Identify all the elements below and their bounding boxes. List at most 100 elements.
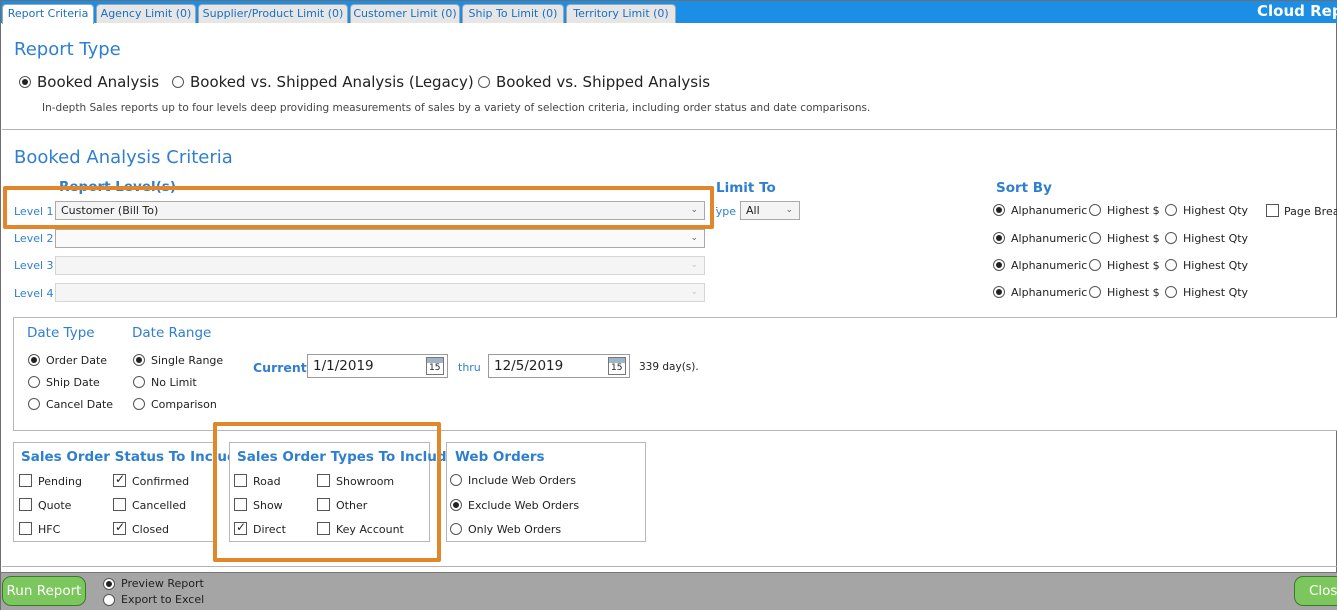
report-type-description: In-depth Sales reports up to four levels… — [42, 102, 871, 114]
level-2-label: Level 2 — [14, 232, 54, 245]
web-exclude-radio[interactable] — [450, 499, 462, 511]
date-type-header: Date Type — [27, 325, 95, 341]
sort-1-highest-dollar-radio[interactable] — [1089, 204, 1101, 216]
level-1-highlight — [3, 186, 714, 229]
date-type-cancel-radio[interactable] — [28, 398, 40, 410]
sort-3-highest-dollar-radio[interactable] — [1089, 259, 1101, 271]
sort-1-highest-qty-radio[interactable] — [1165, 204, 1177, 216]
sort-by-header: Sort By — [996, 180, 1052, 196]
status-quote-checkbox[interactable] — [19, 498, 32, 511]
criteria-title: Booked Analysis Criteria — [14, 147, 233, 168]
option-booked-analysis-label: Booked Analysis — [37, 73, 160, 91]
calendar-icon-day: 15 — [611, 363, 623, 373]
date-type-order-radio[interactable] — [28, 354, 40, 366]
chevron-down-icon: ⌄ — [690, 233, 698, 243]
sort-4-highest-qty-label: Highest Qty — [1183, 286, 1249, 299]
sort-1-alphanumeric-label: Alphanumeric — [1011, 204, 1088, 217]
sort-2-alphanumeric-radio[interactable] — [993, 232, 1005, 244]
web-include-radio[interactable] — [450, 474, 462, 486]
page-break-checkbox[interactable] — [1266, 204, 1279, 217]
tab-ship-to-limit[interactable]: Ship To Limit (0) — [462, 4, 564, 23]
calendar-icon[interactable]: 15 — [608, 357, 626, 375]
status-pending-label: Pending — [38, 475, 82, 488]
chevron-down-icon: ⌄ — [690, 260, 698, 270]
date-range-single-radio[interactable] — [133, 354, 145, 366]
tab-agency-limit[interactable]: Agency Limit (0) — [96, 4, 196, 23]
date-type-order-label: Order Date — [46, 354, 108, 367]
report-window: Report Criteria Agency Limit (0) Supplie… — [0, 0, 1337, 610]
limit-type-label: Type — [716, 205, 736, 218]
sort-4-highest-dollar-radio[interactable] — [1089, 286, 1101, 298]
web-only-radio[interactable] — [450, 523, 462, 535]
date-range-comparison-radio[interactable] — [133, 398, 145, 410]
date-range-header: Date Range — [132, 325, 212, 341]
option-booked-vs-shipped-label: Booked vs. Shipped Analysis — [496, 73, 711, 91]
sort-2-highest-qty-radio[interactable] — [1165, 232, 1177, 244]
limit-to-header: Limit To — [716, 180, 776, 196]
sort-2-alphanumeric-label: Alphanumeric — [1011, 232, 1088, 245]
web-exclude-label: Exclude Web Orders — [468, 499, 580, 512]
sort-3-highest-dollar-label: Highest $ — [1107, 259, 1160, 272]
level-4-select[interactable]: ⌄ — [55, 283, 705, 302]
sort-2-highest-dollar-radio[interactable] — [1089, 232, 1101, 244]
start-date-value: 1/1/2019 — [313, 358, 374, 374]
report-type-title: Report Type — [14, 39, 121, 60]
end-date-input[interactable]: 12/5/2019 15 — [488, 354, 630, 378]
section-divider — [2, 129, 1337, 130]
status-cancelled-checkbox[interactable] — [113, 498, 126, 511]
option-booked-vs-shipped-legacy-label: Booked vs. Shipped Analysis (Legacy) — [190, 73, 474, 91]
export-excel-radio[interactable] — [103, 594, 115, 606]
date-range-no-limit-label: No Limit — [151, 376, 197, 389]
tab-bar: Report Criteria Agency Limit (0) Supplie… — [1, 1, 1337, 24]
limit-type-value: All — [746, 204, 760, 217]
date-range-comparison-label: Comparison — [151, 398, 217, 411]
level-3-select[interactable]: ⌄ — [55, 256, 705, 275]
status-confirmed-label: Confirmed — [132, 475, 190, 488]
status-hfc-label: HFC — [38, 523, 61, 536]
days-count: 339 day(s). — [639, 361, 699, 373]
current-label: Current — [253, 360, 307, 375]
status-confirmed-checkbox[interactable] — [113, 472, 126, 487]
sort-1-alphanumeric-radio[interactable] — [993, 204, 1005, 216]
calendar-icon[interactable]: 15 — [426, 357, 444, 375]
level-3-label: Level 3 — [14, 259, 54, 272]
sort-3-alphanumeric-radio[interactable] — [993, 259, 1005, 271]
radio-booked-vs-shipped[interactable] — [478, 76, 490, 88]
date-range-no-limit-radio[interactable] — [133, 376, 145, 388]
calendar-icon-day: 15 — [429, 363, 441, 373]
close-button[interactable]: Clos — [1294, 576, 1337, 606]
tab-territory-limit[interactable]: Territory Limit (0) — [566, 4, 676, 23]
level-2-select[interactable]: ⌄ — [55, 229, 705, 248]
sort-3-highest-qty-label: Highest Qty — [1183, 259, 1249, 272]
app-title: Cloud Repo — [1257, 2, 1337, 20]
status-pending-checkbox[interactable] — [19, 474, 32, 487]
sort-4-alphanumeric-label: Alphanumeric — [1011, 286, 1088, 299]
web-only-label: Only Web Orders — [468, 523, 562, 536]
limit-type-select[interactable]: All ⌄ — [740, 201, 800, 220]
status-closed-checkbox[interactable] — [113, 520, 126, 535]
tab-supplier-product-limit[interactable]: Supplier/Product Limit (0) — [198, 4, 348, 23]
preview-report-radio[interactable] — [103, 578, 115, 590]
run-report-button[interactable]: Run Report — [2, 576, 86, 606]
date-range-single-label: Single Range — [151, 354, 224, 367]
sort-3-highest-qty-radio[interactable] — [1165, 259, 1177, 271]
radio-booked-analysis[interactable] — [19, 76, 31, 88]
date-type-ship-radio[interactable] — [28, 376, 40, 388]
order-types-highlight — [213, 422, 441, 562]
radio-booked-vs-shipped-legacy[interactable] — [172, 76, 184, 88]
level-4-label: Level 4 — [14, 287, 54, 300]
export-excel-label: Export to Excel — [121, 593, 205, 606]
status-cancelled-label: Cancelled — [132, 499, 187, 512]
preview-report-label: Preview Report — [121, 577, 204, 590]
sort-2-highest-dollar-label: Highest $ — [1107, 232, 1160, 245]
tab-customer-limit[interactable]: Customer Limit (0) — [350, 4, 460, 23]
sort-3-alphanumeric-label: Alphanumeric — [1011, 259, 1088, 272]
sort-4-highest-qty-radio[interactable] — [1165, 286, 1177, 298]
tab-report-criteria[interactable]: Report Criteria — [2, 4, 94, 24]
start-date-input[interactable]: 1/1/2019 15 — [307, 354, 448, 378]
sort-1-highest-dollar-label: Highest $ — [1107, 204, 1160, 217]
status-quote-label: Quote — [38, 499, 72, 512]
sort-4-alphanumeric-radio[interactable] — [993, 286, 1005, 298]
status-hfc-checkbox[interactable] — [19, 522, 32, 535]
date-type-cancel-label: Cancel Date — [46, 398, 114, 411]
